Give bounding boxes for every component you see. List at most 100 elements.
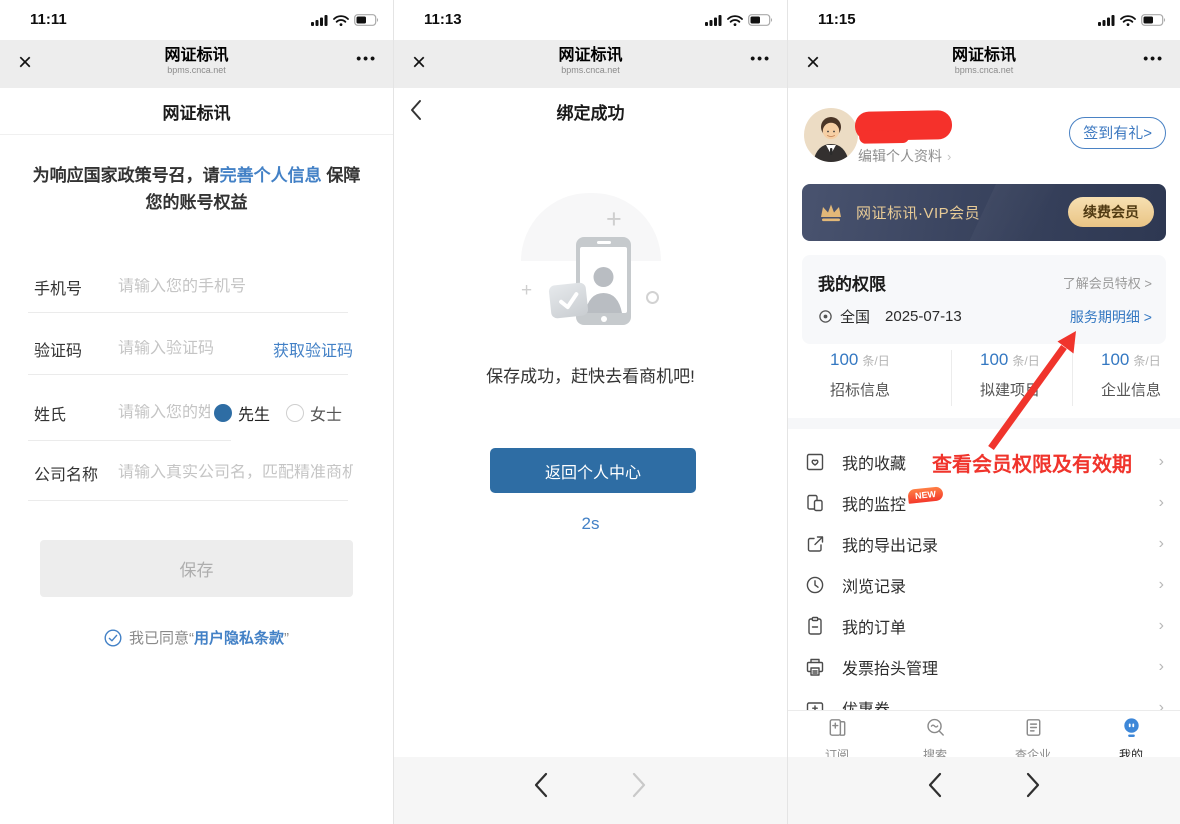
surname-input[interactable] bbox=[118, 404, 210, 422]
avatar[interactable] bbox=[804, 108, 858, 162]
company-label: 公司名称 bbox=[34, 461, 118, 485]
circle-decoration bbox=[646, 291, 659, 304]
code-label: 验证码 bbox=[34, 337, 118, 361]
signal-icon bbox=[705, 13, 722, 31]
edit-profile-link[interactable]: 编辑个人资料 › bbox=[858, 146, 951, 166]
menu-item-history[interactable]: 浏览记录 › bbox=[788, 564, 1180, 605]
check-circle-icon[interactable] bbox=[104, 629, 122, 647]
get-code-link[interactable]: 获取验证码 bbox=[273, 337, 353, 361]
surname-field-row: 姓氏 先生 女士 bbox=[34, 398, 353, 428]
webview-title: 网证标讯 bbox=[788, 46, 1180, 65]
menu-item-invoice-titles[interactable]: 发票抬头管理 › bbox=[788, 646, 1180, 687]
stat-label: 拟建项目 bbox=[980, 379, 1072, 400]
surname-label: 姓氏 bbox=[34, 401, 118, 425]
menu-label: 我的收藏 bbox=[842, 450, 906, 474]
radio-male-label[interactable]: 先生 bbox=[238, 401, 270, 425]
more-icon[interactable]: ••• bbox=[356, 50, 377, 66]
browser-footer bbox=[788, 757, 1180, 824]
chevron-right-icon: › bbox=[1159, 453, 1164, 471]
stat-proposed-projects: 100条/日 拟建项目 bbox=[951, 350, 1072, 406]
radio-female-label[interactable]: 女士 bbox=[310, 401, 342, 425]
privacy-terms-link[interactable]: 用户隐私条款 bbox=[194, 630, 284, 647]
battery-icon bbox=[748, 13, 773, 31]
divider bbox=[28, 500, 348, 501]
tab-search[interactable]: 搜索 bbox=[886, 711, 984, 758]
stat-label: 企业信息 bbox=[1101, 379, 1180, 400]
plus-decoration: + bbox=[606, 204, 622, 235]
search-icon bbox=[924, 716, 947, 744]
complete-profile-link[interactable]: 完善个人信息 bbox=[220, 166, 322, 185]
stat-unit: 条/日 bbox=[1012, 354, 1039, 368]
save-button[interactable]: 保存 bbox=[40, 540, 353, 597]
back-icon[interactable] bbox=[410, 99, 422, 126]
menu-label: 我的订单 bbox=[842, 614, 906, 638]
status-icons bbox=[705, 13, 773, 31]
page-header: 网证标讯 bbox=[0, 88, 393, 135]
menu-item-orders[interactable]: 我的订单 › bbox=[788, 605, 1180, 646]
new-badge: NEW bbox=[907, 486, 943, 504]
stat-unit: 条/日 bbox=[1133, 354, 1160, 368]
invoice-icon bbox=[804, 656, 826, 678]
webview-title: 网证标讯 bbox=[394, 46, 787, 65]
status-bar: 11:15 bbox=[788, 0, 1180, 40]
menu-item-export-records[interactable]: 我的导出记录 › bbox=[788, 523, 1180, 564]
menu-label: 浏览记录 bbox=[842, 573, 906, 597]
plus-decoration: + bbox=[521, 280, 532, 302]
status-bar: 11:13 bbox=[394, 0, 787, 40]
wifi-icon bbox=[727, 13, 743, 31]
stat-value: 100 bbox=[1101, 350, 1129, 369]
company-input[interactable] bbox=[118, 464, 353, 482]
policy-notice: 为响应国家政策号召，请完善个人信息 保障您的账号权益 bbox=[28, 162, 365, 216]
nav-back-icon[interactable] bbox=[534, 772, 548, 803]
service-period-link[interactable]: 服务期明细 > bbox=[1070, 307, 1152, 327]
export-icon bbox=[804, 533, 826, 555]
region-label: 全国 bbox=[840, 306, 870, 327]
chevron-right-icon: › bbox=[1159, 658, 1164, 676]
chevron-right-icon: › bbox=[1159, 494, 1164, 512]
company-doc-icon bbox=[1022, 716, 1045, 744]
page-title: 绑定成功 bbox=[557, 99, 625, 124]
panel-personal-center: 11:15 × 网证标讯 bpms.cnca.net ••• 编辑个人资料 › … bbox=[787, 0, 1180, 824]
stat-unit: 条/日 bbox=[862, 354, 889, 368]
tab-subscribe[interactable]: 订阅 bbox=[788, 711, 886, 758]
status-icons bbox=[311, 13, 379, 31]
chevron-right-icon: › bbox=[1159, 535, 1164, 553]
tab-company-lookup[interactable]: 查企业 bbox=[984, 711, 1082, 758]
more-icon[interactable]: ••• bbox=[750, 50, 771, 66]
menu-item-monitoring[interactable]: 我的监控 NEW › bbox=[788, 482, 1180, 523]
divider bbox=[28, 374, 348, 375]
vip-banner[interactable]: 网证标讯·VIP会员 续费会员 bbox=[802, 184, 1166, 241]
menu-label: 发票抬头管理 bbox=[842, 655, 938, 679]
company-field-row: 公司名称 bbox=[34, 458, 353, 488]
chevron-right-icon: › bbox=[1159, 576, 1164, 594]
nav-forward-icon[interactable] bbox=[1026, 772, 1040, 803]
gender-radios: 先生 女士 bbox=[214, 401, 342, 425]
member-privileges-link[interactable]: 了解会员特权 > bbox=[1063, 273, 1152, 292]
sign-in-gift-button[interactable]: 签到有礼> bbox=[1069, 117, 1166, 149]
location-pin-icon bbox=[818, 309, 833, 324]
radio-female[interactable] bbox=[286, 404, 304, 422]
menu-label: 我的监控 bbox=[842, 491, 906, 515]
code-field-row: 验证码 获取验证码 bbox=[34, 334, 353, 364]
nav-forward-icon[interactable] bbox=[632, 772, 646, 803]
signal-icon bbox=[311, 13, 328, 31]
section-divider bbox=[788, 418, 1180, 429]
more-icon[interactable]: ••• bbox=[1143, 50, 1164, 66]
status-time: 11:11 bbox=[30, 11, 67, 28]
status-time: 11:15 bbox=[818, 11, 856, 28]
monitoring-icon bbox=[804, 492, 826, 514]
radio-male-selected[interactable] bbox=[214, 404, 232, 422]
renew-membership-button[interactable]: 续费会员 bbox=[1068, 197, 1154, 227]
chevron-right-icon: › bbox=[1159, 617, 1164, 635]
webview-navbar: × 网证标讯 bpms.cnca.net ••• bbox=[394, 40, 787, 88]
chevron-right-icon: › bbox=[947, 149, 951, 164]
code-input[interactable] bbox=[118, 340, 273, 358]
tab-mine[interactable]: 我的 bbox=[1082, 711, 1180, 758]
personal-menu: 我的收藏 › 我的监控 NEW › 我的导出记录 › 浏览记录 › 我的订单 ›… bbox=[788, 441, 1180, 728]
menu-label: 我的导出记录 bbox=[842, 532, 938, 556]
phone-input[interactable] bbox=[118, 278, 353, 296]
favorites-icon bbox=[804, 451, 826, 473]
return-personal-center-button[interactable]: 返回个人中心 bbox=[490, 448, 696, 493]
page-header: 绑定成功 bbox=[394, 88, 787, 134]
nav-back-icon[interactable] bbox=[928, 772, 942, 803]
